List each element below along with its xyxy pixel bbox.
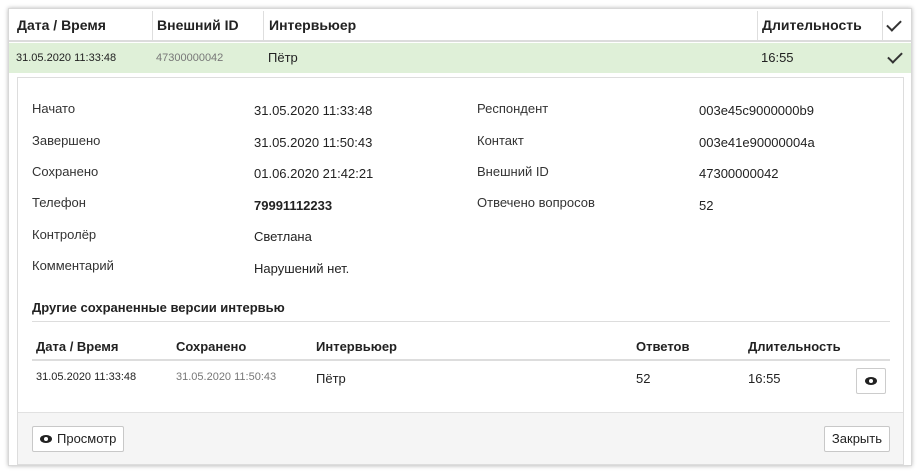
respondent-label: Респондент: [477, 101, 549, 116]
external-id-value: 47300000042: [699, 166, 779, 181]
version-datetime: 31.05.2020 11:33:48: [36, 371, 137, 383]
versions-header-answers[interactable]: Ответов: [636, 335, 690, 359]
answered-value: 52: [699, 198, 714, 213]
view-button[interactable]: Просмотр: [32, 426, 125, 452]
versions-header-saved[interactable]: Сохранено: [176, 335, 246, 359]
close-button-label: Закрыть: [831, 431, 882, 446]
versions-table-header: Дата / Время Сохранено Интервьюер Ответо…: [32, 335, 890, 361]
controller-label: Контролёр: [32, 227, 97, 242]
external-id-label: Внешний ID: [477, 164, 549, 179]
version-interviewer: Пётр: [316, 371, 346, 386]
respondent-value: 003e45c9000000b9: [699, 103, 814, 118]
header-duration[interactable]: Длительность: [756, 9, 862, 42]
close-button[interactable]: Закрыть: [823, 426, 890, 452]
finished-label: Завершено: [32, 133, 101, 148]
interviews-table-frame: Дата / Время Внешний ID Интервьюер Длите…: [8, 8, 912, 466]
version-view-button[interactable]: [856, 368, 886, 394]
row-external-id: 47300000042: [156, 52, 224, 64]
eye-icon: [40, 435, 52, 443]
interview-details-panel: Начато 31.05.2020 11:33:48 Завершено 31.…: [17, 77, 904, 465]
versions-header-datetime[interactable]: Дата / Время: [36, 335, 119, 359]
eye-icon: [865, 377, 877, 385]
version-answers: 52: [636, 371, 651, 386]
header-datetime[interactable]: Дата / Время: [11, 9, 106, 42]
controller-value: Светлана: [254, 229, 312, 244]
phone-label: Телефон: [32, 195, 86, 210]
saved-label: Сохранено: [32, 164, 99, 179]
row-datetime: 31.05.2020 11:33:48: [16, 52, 117, 64]
answered-label: Отвечено вопросов: [477, 195, 595, 210]
versions-title: Другие сохраненные версии интервью: [32, 300, 285, 315]
check-icon: [886, 16, 902, 32]
comment-label: Комментарий: [32, 258, 114, 273]
saved-value: 01.06.2020 21:42:21: [254, 166, 374, 181]
row-interviewer: Пётр: [268, 50, 298, 65]
versions-table-row[interactable]: 31.05.2020 11:33:48 31.05.2020 11:50:43 …: [32, 364, 890, 398]
comment-value: Нарушений нет.: [254, 261, 350, 276]
view-button-label: Просмотр: [57, 431, 117, 446]
version-saved: 31.05.2020 11:50:43: [176, 371, 277, 383]
column-divider: [882, 11, 883, 40]
contact-value: 003e41e90000004a: [699, 135, 815, 150]
header-check[interactable]: [886, 7, 902, 40]
versions-header-interviewer[interactable]: Интервьюер: [316, 335, 397, 359]
table-header: Дата / Время Внешний ID Интервьюер Длите…: [9, 9, 911, 42]
table-row-selected[interactable]: 31.05.2020 11:33:48 47300000042 Пётр 16:…: [9, 43, 911, 73]
section-divider: [32, 321, 890, 322]
version-duration: 16:55: [748, 371, 781, 386]
finished-value: 31.05.2020 11:50:43: [254, 135, 373, 150]
row-check: [887, 41, 903, 71]
check-icon: [887, 48, 903, 64]
header-interviewer[interactable]: Интервьюер: [263, 9, 356, 42]
phone-value[interactable]: 79991112233: [254, 198, 332, 213]
row-duration: 16:55: [761, 50, 794, 65]
versions-header-duration[interactable]: Длительность: [748, 335, 841, 359]
contact-label: Контакт: [477, 133, 524, 148]
started-value: 31.05.2020 11:33:48: [254, 103, 373, 118]
started-label: Начато: [32, 101, 76, 116]
panel-footer: Просмотр Закрыть: [18, 412, 903, 464]
header-external-id[interactable]: Внешний ID: [151, 9, 239, 42]
